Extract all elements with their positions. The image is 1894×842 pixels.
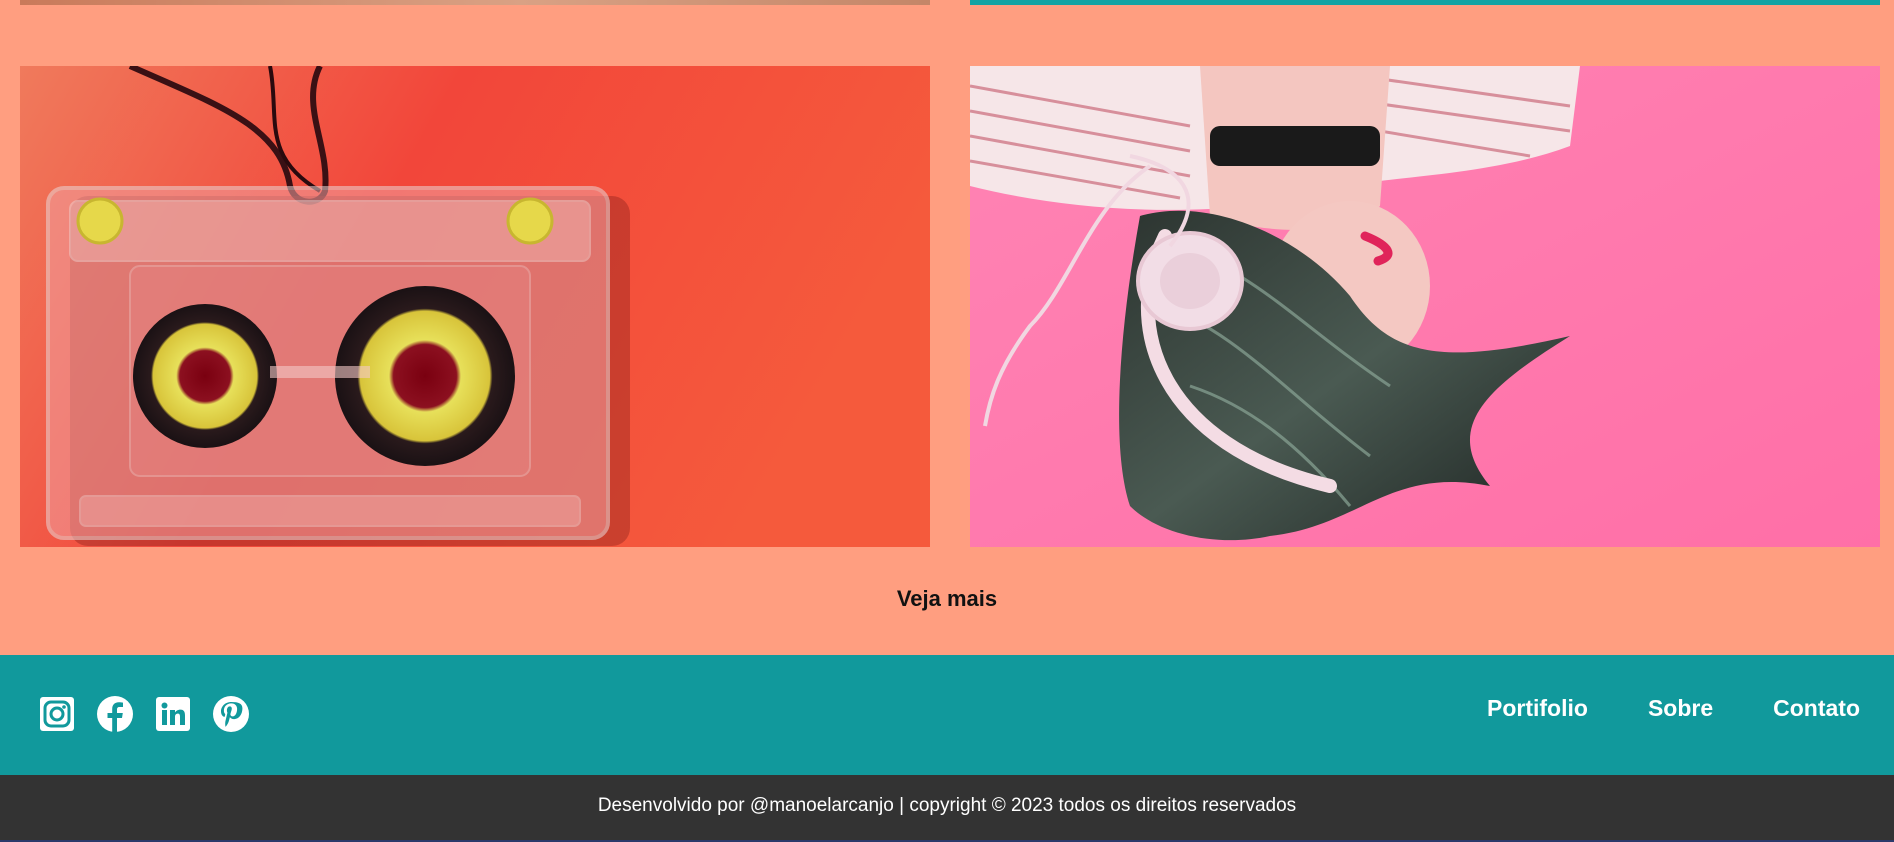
gallery-image-cassette[interactable]: [20, 66, 930, 547]
facebook-icon[interactable]: [96, 695, 134, 733]
headphones-picture: [970, 66, 1880, 547]
social-links: [38, 695, 250, 733]
site-footer: Portifolio Sobre Contato: [0, 655, 1894, 775]
copyright-text: Desenvolvido por @manoelarcanjo | copyri…: [597, 795, 1297, 816]
footer-nav: Portifolio Sobre Contato: [1487, 695, 1860, 722]
linkedin-icon[interactable]: [154, 695, 192, 733]
see-more-link[interactable]: Veja mais: [0, 586, 1894, 612]
nav-link-contact[interactable]: Contato: [1773, 695, 1860, 722]
nav-link-portfolio[interactable]: Portifolio: [1487, 695, 1588, 722]
pinterest-icon[interactable]: [212, 695, 250, 733]
previous-image-left-edge: [20, 0, 930, 5]
instagram-icon[interactable]: [38, 695, 76, 733]
copyright-bar: Desenvolvido por @manoelarcanjo | copyri…: [0, 775, 1894, 842]
gallery-image-headphones[interactable]: [970, 66, 1880, 547]
nav-link-about[interactable]: Sobre: [1648, 695, 1713, 722]
cassette-picture: [20, 66, 930, 547]
previous-image-right-edge: [970, 0, 1880, 5]
